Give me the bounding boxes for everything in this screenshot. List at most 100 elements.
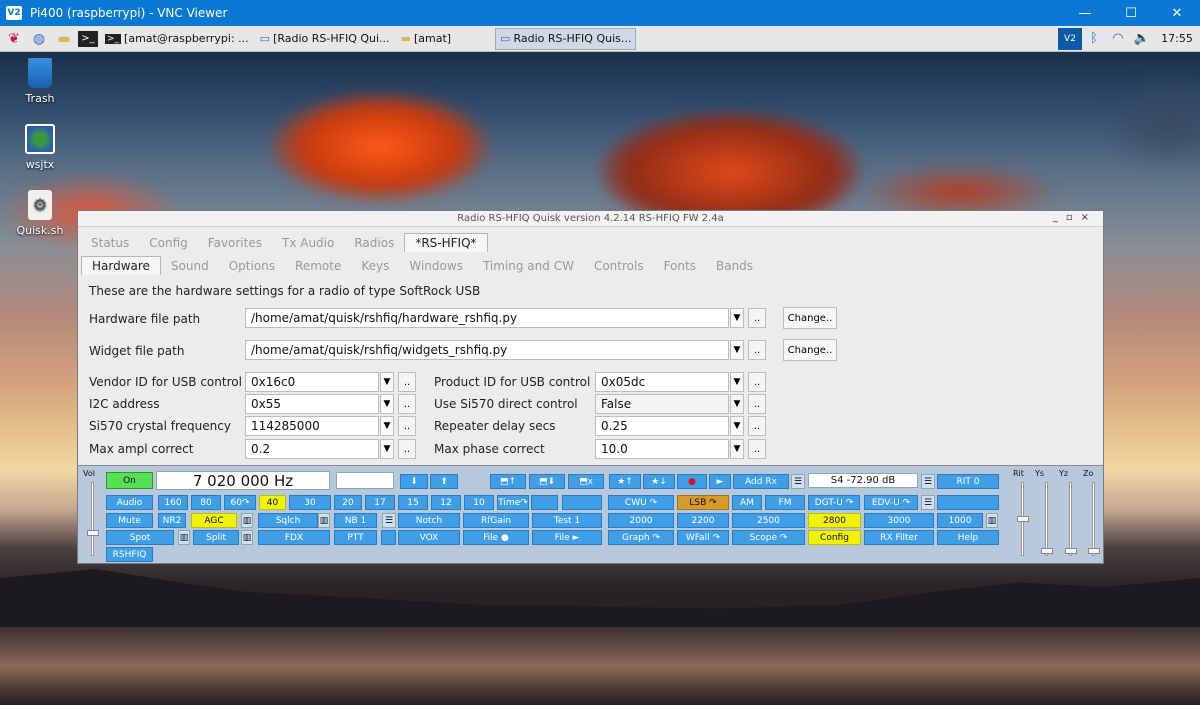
i2c-field[interactable]: 0x55 xyxy=(245,394,379,414)
zo-slider[interactable] xyxy=(1092,482,1095,556)
tab-status[interactable]: Status xyxy=(81,234,139,252)
ptt-button[interactable]: PTT xyxy=(334,530,377,545)
task-radio-1[interactable]: ▭ [Radio RS-HFIQ Qui... xyxy=(256,28,394,50)
wifi-icon[interactable]: ◠ xyxy=(1106,28,1130,50)
vol-slider[interactable] xyxy=(91,482,94,556)
tab-options[interactable]: Options xyxy=(219,257,285,275)
tab-sound[interactable]: Sound xyxy=(161,257,219,275)
mode-dgtu-button[interactable]: DGT-U ↷ xyxy=(808,495,860,510)
hw-path-browse[interactable]: .. xyxy=(748,308,766,328)
adjust-icon[interactable]: ▥ xyxy=(241,513,253,528)
task-radio-2[interactable]: ▭ Radio RS-HFIQ Quis... xyxy=(495,27,637,50)
tab-config[interactable]: Config xyxy=(139,234,198,252)
hw-change-button[interactable]: Change.. xyxy=(783,307,837,329)
tab-radios[interactable]: Radios xyxy=(344,234,404,252)
phase-field[interactable]: 10.0 xyxy=(595,439,729,459)
crystal-browse[interactable]: .. xyxy=(398,416,416,436)
chevron-down-icon[interactable]: ▼ xyxy=(730,372,744,392)
ys-slider[interactable] xyxy=(1045,482,1048,556)
tab-favorites[interactable]: Favorites xyxy=(198,234,272,252)
band-160-button[interactable]: 160 xyxy=(158,495,188,510)
file-record-button[interactable]: File ● xyxy=(463,530,529,545)
band-40-button[interactable]: 40 xyxy=(259,495,286,510)
play-button[interactable]: ► xyxy=(709,474,731,489)
tab-windows[interactable]: Windows xyxy=(399,257,473,275)
blank-button[interactable] xyxy=(562,495,602,510)
mode-edvu-button[interactable]: EDV-U ↷ xyxy=(864,495,918,510)
spot-button[interactable]: Spot xyxy=(106,530,174,545)
filter-2200-button[interactable]: 2200 xyxy=(677,513,729,528)
si570-browse[interactable]: .. xyxy=(748,394,766,414)
repeater-browse[interactable]: .. xyxy=(748,416,766,436)
freq-entry[interactable] xyxy=(336,472,394,489)
close-button[interactable]: ✕ xyxy=(1154,0,1200,26)
record-button[interactable]: ● xyxy=(677,474,707,489)
phase-browse[interactable]: .. xyxy=(748,439,766,459)
raspberry-menu-icon[interactable]: ❦ xyxy=(3,29,25,49)
chevron-down-icon[interactable]: ▼ xyxy=(380,416,394,436)
blank-button[interactable] xyxy=(937,495,999,510)
filter-2500-button[interactable]: 2500 xyxy=(732,513,805,528)
list-icon[interactable]: ☰ xyxy=(791,474,805,489)
desktop-icon-trash[interactable]: Trash xyxy=(10,58,70,105)
hw-path-field[interactable]: /home/amat/quisk/rshfiq/hardware_rshfiq.… xyxy=(245,308,729,328)
rx-filter-button[interactable]: RX Filter xyxy=(864,530,934,545)
yz-slider[interactable] xyxy=(1069,482,1072,556)
rit-button[interactable]: RIT 0 xyxy=(937,474,999,489)
nr2-button[interactable]: NR2 xyxy=(158,513,186,528)
i2c-browse[interactable]: .. xyxy=(398,394,416,414)
filter-2800-button[interactable]: 2800 xyxy=(808,513,861,528)
list-icon[interactable]: ☰ xyxy=(921,495,935,510)
rfgain-button[interactable]: RfGain xyxy=(463,513,529,528)
split-button[interactable]: Split xyxy=(193,530,239,545)
audio-button[interactable]: Audio xyxy=(106,495,153,510)
terminal-icon[interactable]: >_ xyxy=(78,30,98,47)
add-rx-button[interactable]: Add Rx xyxy=(733,474,789,489)
power-on-button[interactable]: On xyxy=(106,472,153,489)
mem-delete-button[interactable]: ⬒x xyxy=(568,474,604,489)
window-controls[interactable]: _▫× xyxy=(1053,212,1097,223)
chevron-down-icon[interactable]: ▼ xyxy=(730,308,744,328)
test1-button[interactable]: Test 1 xyxy=(532,513,602,528)
adjust-icon[interactable]: ▥ xyxy=(178,530,190,545)
band-15-button[interactable]: 15 xyxy=(398,495,428,510)
config-button[interactable]: Config xyxy=(808,530,861,545)
mute-button[interactable]: Mute xyxy=(106,513,153,528)
adjust-icon[interactable]: ▥ xyxy=(318,513,330,528)
vendor-field[interactable]: 0x16c0 xyxy=(245,372,379,392)
tab-tx-audio[interactable]: Tx Audio xyxy=(272,234,344,252)
widget-path-field[interactable]: /home/amat/quisk/rshfiq/widgets_rshfiq.p… xyxy=(245,340,729,360)
fav-recall-button[interactable]: ★↓ xyxy=(643,474,675,489)
mode-am-button[interactable]: AM xyxy=(732,495,762,510)
task-terminal[interactable]: >_ [amat@raspberrypi: ... xyxy=(101,28,253,50)
rit-knob[interactable] xyxy=(1017,516,1029,522)
tab-timing-cw[interactable]: Timing and CW xyxy=(473,257,584,275)
blank-button[interactable] xyxy=(531,495,558,510)
browser-icon[interactable]: ◍ xyxy=(28,29,50,49)
band-17-button[interactable]: 17 xyxy=(365,495,395,510)
widget-change-button[interactable]: Change.. xyxy=(783,339,837,361)
ys-knob[interactable] xyxy=(1041,548,1053,554)
volume-icon[interactable]: 🔈 xyxy=(1130,28,1154,50)
mem-store-button[interactable]: ⬒↑ xyxy=(490,474,526,489)
tab-hardware[interactable]: Hardware xyxy=(81,256,161,275)
desktop-icon-wsjtx[interactable]: wsjtx xyxy=(10,124,70,171)
band-10-button[interactable]: 10 xyxy=(464,495,494,510)
minimize-button[interactable]: — xyxy=(1062,0,1108,26)
rshfiq-button[interactable]: RSHFIQ xyxy=(106,547,153,562)
tab-fonts[interactable]: Fonts xyxy=(654,257,706,275)
graph-button[interactable]: Graph ↷ xyxy=(608,530,674,545)
chevron-down-icon[interactable]: ▼ xyxy=(380,439,394,459)
chevron-down-icon[interactable]: ▼ xyxy=(730,439,744,459)
band-60-button[interactable]: 60↷ xyxy=(224,495,256,510)
band-80-button[interactable]: 80 xyxy=(191,495,221,510)
mode-cwu-button[interactable]: CWU ↷ xyxy=(608,495,674,510)
list-icon[interactable]: ☰ xyxy=(921,474,935,489)
band-12-button[interactable]: 12 xyxy=(431,495,461,510)
freq-down-button[interactable]: ⬇ xyxy=(400,474,428,489)
mem-recall-button[interactable]: ⬒⬇ xyxy=(529,474,565,489)
zo-knob[interactable] xyxy=(1088,548,1100,554)
mode-fm-button[interactable]: FM xyxy=(765,495,805,510)
vendor-browse[interactable]: .. xyxy=(398,372,416,392)
chevron-down-icon[interactable]: ▼ xyxy=(730,416,744,436)
